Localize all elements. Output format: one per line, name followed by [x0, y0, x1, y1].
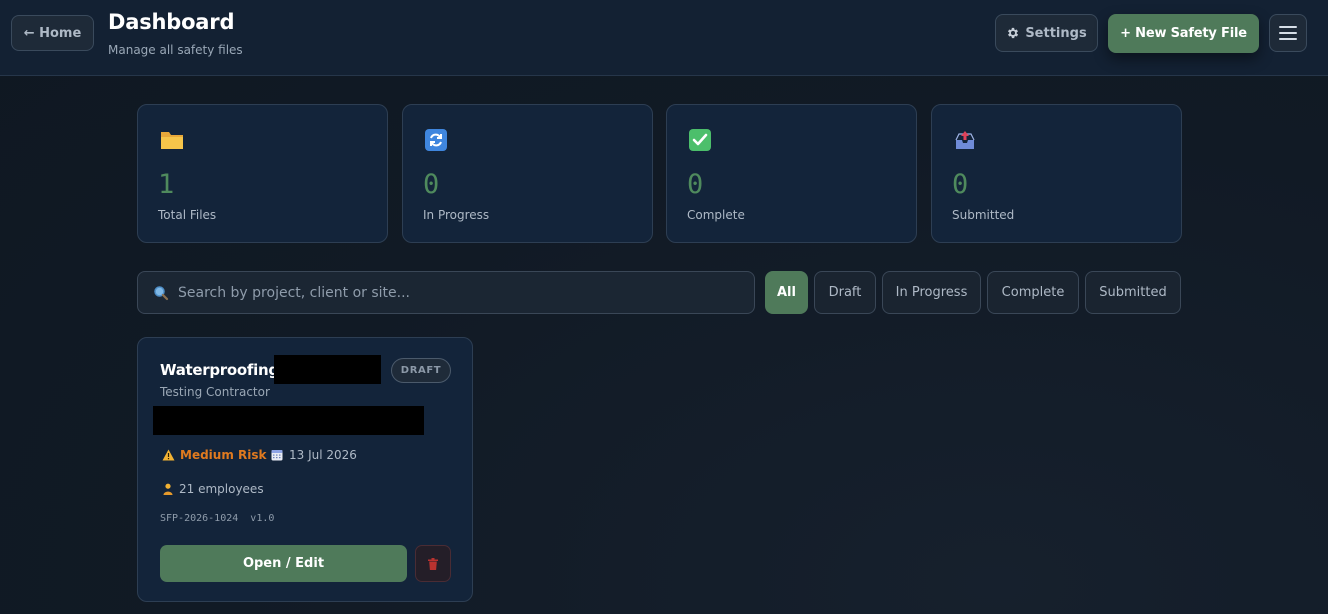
- person-icon: [163, 483, 173, 495]
- file-client: Testing Contractor: [160, 385, 270, 399]
- settings-button[interactable]: Settings: [995, 14, 1098, 52]
- hamburger-icon: [1279, 38, 1297, 40]
- search-input[interactable]: [178, 272, 754, 313]
- stat-value: 0: [952, 169, 969, 200]
- page-title: Dashboard: [108, 10, 235, 34]
- file-reference: SFP-2026-1024 v1.0: [160, 513, 275, 524]
- redacted-block: [274, 355, 381, 384]
- filter-draft[interactable]: Draft: [814, 271, 876, 314]
- home-button[interactable]: ← Home: [11, 15, 94, 51]
- filter-all[interactable]: All: [765, 271, 808, 314]
- file-title: Waterproofing: [160, 361, 279, 379]
- page-subtitle: Manage all safety files: [108, 43, 243, 57]
- stat-card-complete: 0 Complete: [666, 104, 917, 243]
- top-bar: ← Home Dashboard Manage all safety files…: [0, 0, 1328, 76]
- filter-complete[interactable]: Complete: [987, 271, 1079, 314]
- employee-label: 21 employees: [179, 482, 264, 496]
- stat-card-in-progress: 0 In Progress: [402, 104, 653, 243]
- date-label: 13 Jul 2026: [289, 448, 357, 462]
- status-badge: DRAFT: [391, 358, 451, 383]
- stat-card-total-files: 1 Total Files: [137, 104, 388, 243]
- search-icon: [154, 285, 169, 300]
- risk-label: Medium Risk: [180, 448, 267, 462]
- calendar-icon: [271, 450, 283, 461]
- stat-value: 0: [687, 169, 704, 200]
- redacted-block: [153, 406, 424, 435]
- hamburger-icon: [1279, 26, 1297, 28]
- menu-button[interactable]: [1269, 14, 1307, 52]
- warning-icon: [162, 449, 175, 461]
- stat-value: 0: [423, 169, 440, 200]
- filter-submitted[interactable]: Submitted: [1085, 271, 1181, 314]
- folder-icon: [161, 132, 183, 149]
- refresh-icon: [425, 129, 447, 151]
- stat-label: Total Files: [158, 208, 217, 222]
- stat-label: In Progress: [423, 208, 490, 222]
- employee-count: 21 employees: [162, 482, 264, 496]
- open-edit-button[interactable]: Open / Edit: [160, 545, 407, 582]
- outbox-icon: [955, 131, 975, 149]
- stat-label: Submitted: [952, 208, 1015, 222]
- trash-icon: [428, 557, 438, 570]
- settings-label: Settings: [1025, 25, 1087, 41]
- gear-icon: [1008, 27, 1019, 39]
- delete-button[interactable]: [415, 545, 451, 582]
- stat-card-submitted: 0 Submitted: [931, 104, 1182, 243]
- file-date: 13 Jul 2026: [271, 448, 357, 462]
- search-box: [137, 271, 755, 314]
- hamburger-icon: [1279, 32, 1297, 34]
- stat-value: 1: [158, 169, 175, 200]
- check-icon: [689, 129, 711, 151]
- stat-label: Complete: [687, 208, 745, 222]
- new-safety-file-button[interactable]: + New Safety File: [1108, 14, 1259, 53]
- safety-file-card: Waterproofing DRAFT Testing Contractor M…: [137, 337, 473, 602]
- risk-level: Medium Risk: [162, 448, 266, 462]
- filter-in-progress[interactable]: In Progress: [882, 271, 981, 314]
